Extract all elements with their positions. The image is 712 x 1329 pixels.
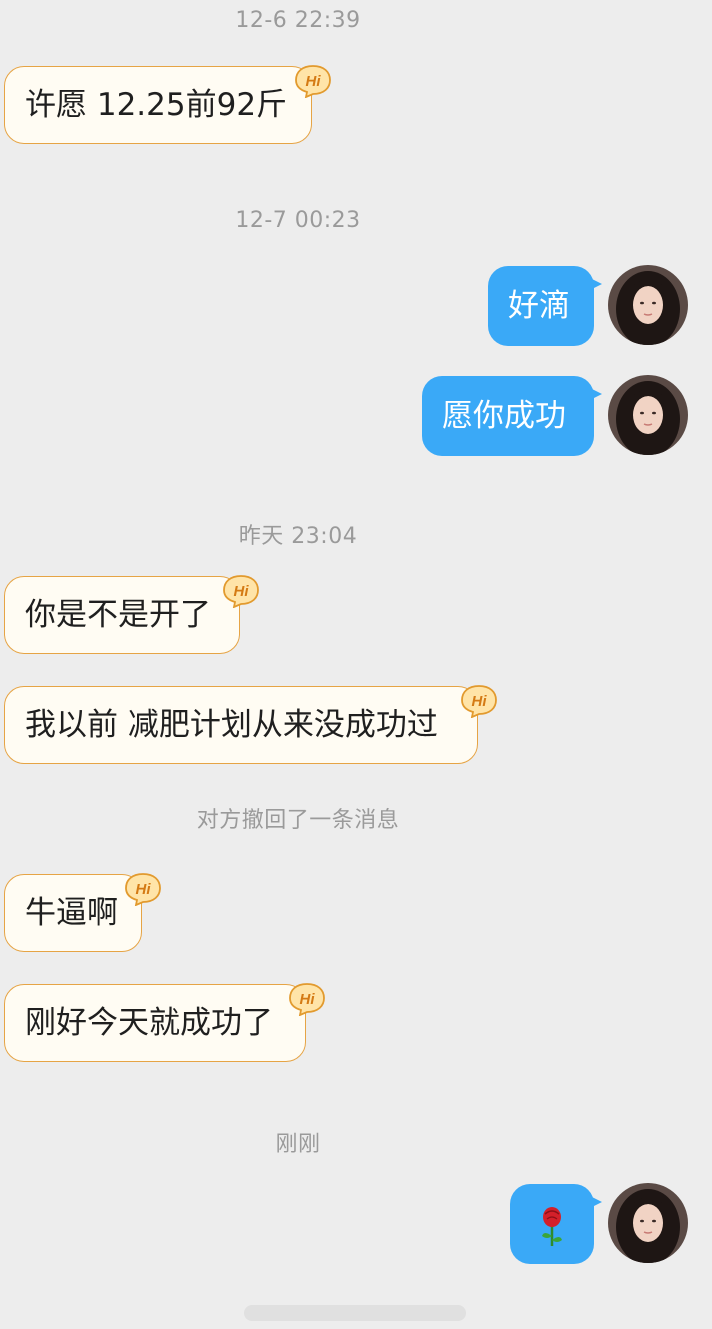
bubble-tail	[590, 278, 602, 290]
hi-badge-icon: Hi	[223, 575, 259, 608]
incoming-message-bubble[interactable]: 我以前 减肥计划从来没成功过	[4, 686, 478, 764]
message-text: 刚好今天就成功了	[25, 1005, 273, 1041]
timestamp: 昨天 23:04	[238, 524, 358, 549]
message-text: 许愿 12.25前92斤	[25, 87, 288, 123]
message-text: 愿你成功	[442, 398, 566, 434]
hi-badge-icon: Hi	[289, 983, 325, 1016]
watermark	[244, 1305, 466, 1321]
hi-badge-icon: Hi	[461, 685, 497, 718]
hi-badge-text: Hi	[234, 583, 250, 600]
timestamp: 12-7 00:23	[235, 208, 361, 233]
hi-badge-text: Hi	[136, 881, 152, 898]
bubble-tail	[590, 1196, 602, 1208]
outgoing-message-bubble[interactable]: 🌹	[510, 1184, 602, 1264]
message-text: 牛逼啊	[25, 895, 118, 931]
incoming-message-bubble[interactable]: 刚好今天就成功了	[4, 984, 306, 1062]
user-avatar[interactable]	[608, 375, 688, 455]
hi-badge-icon: Hi	[125, 873, 161, 906]
recall-notice: 对方撤回了一条消息	[196, 808, 400, 833]
timestamp: 刚刚	[275, 1132, 321, 1157]
bubble-tail	[590, 388, 602, 400]
hi-badge-text: Hi	[306, 73, 322, 90]
message-text: 好滴	[508, 288, 570, 324]
message-text: 我以前 减肥计划从来没成功过	[25, 707, 438, 743]
outgoing-message-bubble[interactable]: 愿你成功	[422, 376, 602, 456]
timestamp: 12-6 22:39	[235, 8, 361, 33]
incoming-message-bubble[interactable]: 你是不是开了	[4, 576, 240, 654]
hi-badge-text: Hi	[300, 991, 316, 1008]
outgoing-message-bubble[interactable]: 好滴	[488, 266, 602, 346]
message-text: 你是不是开了	[25, 597, 211, 633]
user-avatar[interactable]	[608, 265, 688, 345]
incoming-message-bubble[interactable]: 牛逼啊	[4, 874, 142, 952]
hi-badge-text: Hi	[472, 693, 488, 710]
hi-badge-icon: Hi	[295, 65, 331, 98]
rose-emoji-icon	[542, 1207, 562, 1246]
incoming-message-bubble[interactable]: 许愿 12.25前92斤	[4, 66, 312, 144]
user-avatar[interactable]	[608, 1183, 688, 1263]
